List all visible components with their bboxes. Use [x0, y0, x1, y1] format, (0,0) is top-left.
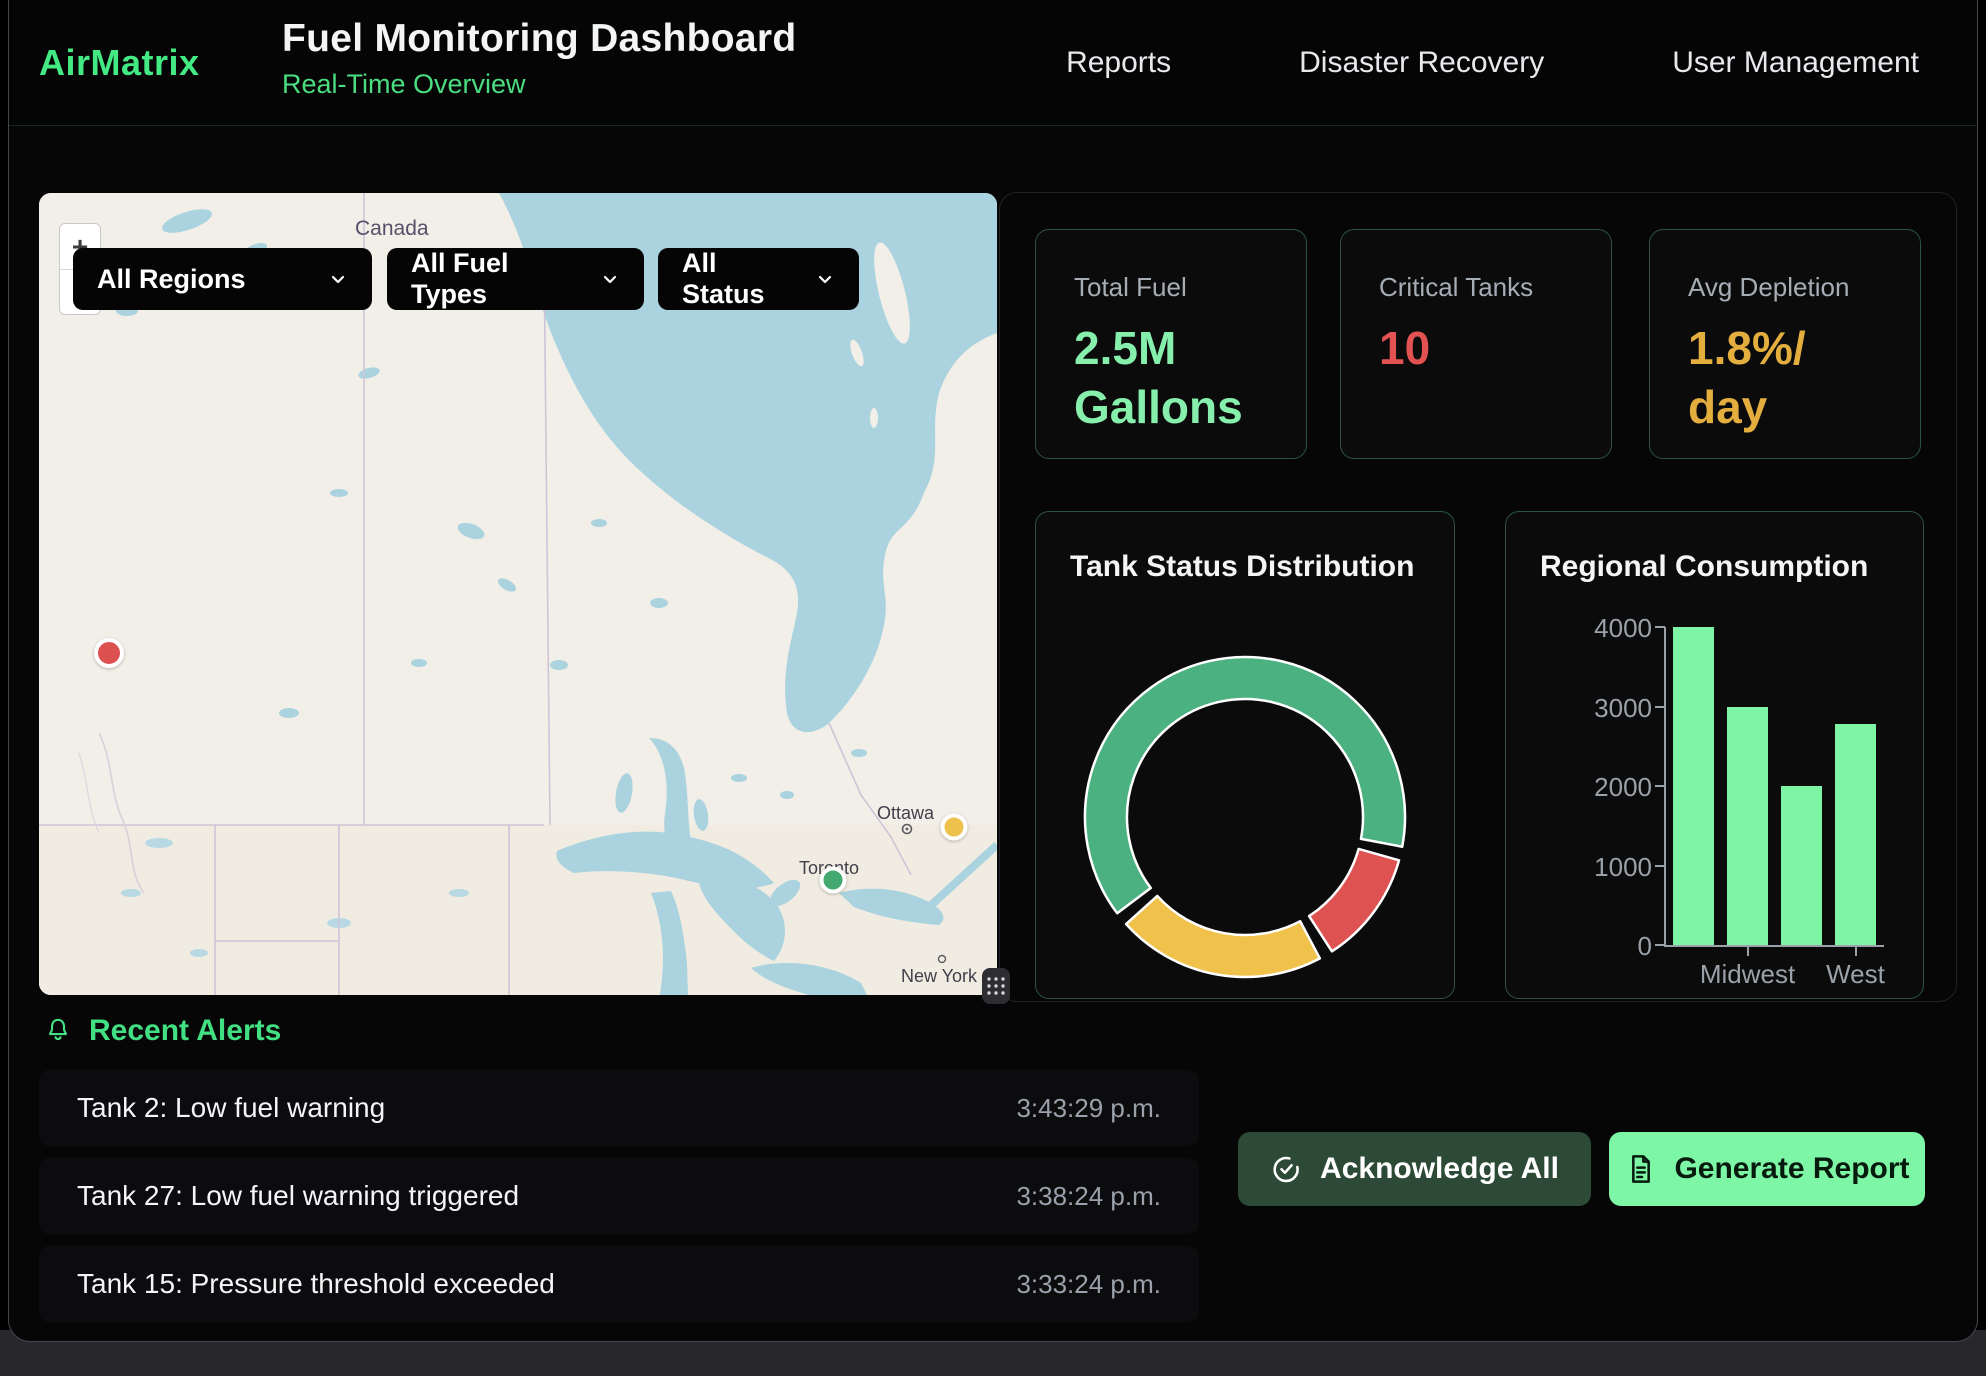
bar-region-1 — [1673, 627, 1714, 945]
stat-label: Total Fuel — [1074, 272, 1306, 303]
fuel-type-filter-dropdown[interactable]: All Fuel Types — [387, 248, 644, 310]
x-tick — [1747, 947, 1749, 956]
nav-item-user-management[interactable]: User Management — [1672, 46, 1919, 80]
x-axis — [1664, 945, 1884, 947]
y-axis — [1664, 627, 1666, 947]
stat-label: Avg Depletion — [1688, 272, 1920, 303]
acknowledge-all-label: Acknowledge All — [1320, 1152, 1559, 1186]
donut-segment-critical — [1309, 849, 1399, 951]
y-tick-label: 0 — [1512, 931, 1652, 962]
regional-consumption-chart-card: Regional Consumption 01000200030004000Mi… — [1505, 511, 1924, 999]
y-tick-label: 2000 — [1512, 772, 1652, 803]
title-block: Fuel Monitoring Dashboard Real-Time Over… — [282, 17, 796, 100]
tank-status-donut — [1075, 647, 1415, 987]
map-filters: All Regions All Fuel Types All Status — [73, 248, 859, 310]
chevron-down-icon — [326, 267, 350, 291]
status-filter-value: All Status — [682, 248, 799, 310]
generate-report-button[interactable]: Generate Report — [1609, 1132, 1925, 1206]
y-tick-label: 3000 — [1512, 693, 1652, 724]
tank-marker-critical[interactable] — [94, 638, 124, 668]
stat-card-total-fuel: Total Fuel 2.5M Gallons — [1035, 229, 1307, 459]
page-title: Fuel Monitoring Dashboard — [282, 17, 796, 61]
check-circle-icon — [1270, 1153, 1302, 1185]
alert-time: 3:43:29 p.m. — [1016, 1093, 1161, 1124]
region-filter-value: All Regions — [97, 264, 246, 295]
tank-marker-normal[interactable] — [820, 867, 847, 894]
stat-label: Critical Tanks — [1379, 272, 1611, 303]
page-subtitle: Real-Time Overview — [282, 69, 796, 100]
alerts-header: Recent Alerts — [43, 1014, 281, 1048]
y-tick — [1655, 706, 1665, 708]
alert-time: 3:38:24 p.m. — [1016, 1181, 1161, 1212]
y-tick — [1655, 865, 1665, 867]
tank-marker-warning[interactable] — [940, 814, 967, 841]
alert-message: Tank 27: Low fuel warning triggered — [77, 1180, 519, 1212]
bell-icon — [43, 1016, 73, 1046]
x-tick — [1855, 947, 1857, 956]
bar-west — [1835, 724, 1876, 945]
brand-logo: AirMatrix — [39, 0, 200, 126]
map-resize-handle[interactable] — [982, 968, 1010, 1004]
tank-map[interactable]: Canada Ottawa Toronto New York + All Reg… — [39, 193, 997, 995]
alert-time: 3:33:24 p.m. — [1016, 1269, 1161, 1300]
document-icon — [1624, 1153, 1656, 1185]
grip-dots-icon — [985, 975, 1007, 997]
acknowledge-all-button[interactable]: Acknowledge All — [1238, 1132, 1591, 1206]
alert-row: Tank 27: Low fuel warning triggered 3:38… — [39, 1158, 1199, 1234]
y-tick-label: 4000 — [1512, 613, 1652, 644]
y-tick — [1655, 626, 1665, 628]
app-header: AirMatrix Fuel Monitoring Dashboard Real… — [9, 0, 1977, 126]
bar-midwest — [1727, 707, 1768, 946]
bar-region-3 — [1781, 786, 1822, 945]
alert-row: Tank 15: Pressure threshold exceeded 3:3… — [39, 1246, 1199, 1322]
tank-status-chart-card: Tank Status Distribution — [1035, 511, 1455, 999]
nav-item-reports[interactable]: Reports — [1066, 46, 1171, 80]
map-markers-layer — [39, 193, 997, 995]
generate-report-label: Generate Report — [1674, 1152, 1909, 1186]
status-filter-dropdown[interactable]: All Status — [658, 248, 859, 310]
x-tick-label: West — [1786, 959, 1926, 990]
donut-segment-warning — [1126, 896, 1320, 977]
region-filter-dropdown[interactable]: All Regions — [73, 248, 372, 310]
y-tick — [1655, 944, 1665, 946]
stat-card-avg-depletion: Avg Depletion 1.8%/ day — [1649, 229, 1921, 459]
y-tick — [1655, 785, 1665, 787]
stat-value: 10 — [1379, 319, 1611, 378]
main-nav: Reports Disaster Recovery User Managemen… — [1066, 0, 1919, 126]
stat-value: 2.5M Gallons — [1074, 319, 1306, 437]
chart-title: Tank Status Distribution — [1070, 550, 1414, 584]
y-tick-label: 1000 — [1512, 852, 1652, 883]
chevron-down-icon — [813, 267, 837, 291]
stat-value: 1.8%/ day — [1688, 319, 1920, 437]
stat-card-critical-tanks: Critical Tanks 10 — [1340, 229, 1612, 459]
alerts-title: Recent Alerts — [89, 1014, 281, 1048]
alert-message: Tank 2: Low fuel warning — [77, 1092, 385, 1124]
alert-row: Tank 2: Low fuel warning 3:43:29 p.m. — [39, 1070, 1199, 1146]
regional-consumption-bars: 01000200030004000MidwestWest — [1506, 512, 1923, 998]
fuel-monitoring-app: AirMatrix Fuel Monitoring Dashboard Real… — [8, 0, 1978, 1342]
nav-item-disaster-recovery[interactable]: Disaster Recovery — [1299, 46, 1544, 80]
fuel-type-filter-value: All Fuel Types — [411, 248, 584, 310]
metrics-panel: Total Fuel 2.5M Gallons Critical Tanks 1… — [999, 192, 1957, 1002]
alert-message: Tank 15: Pressure threshold exceeded — [77, 1268, 555, 1300]
chevron-down-icon — [598, 267, 622, 291]
